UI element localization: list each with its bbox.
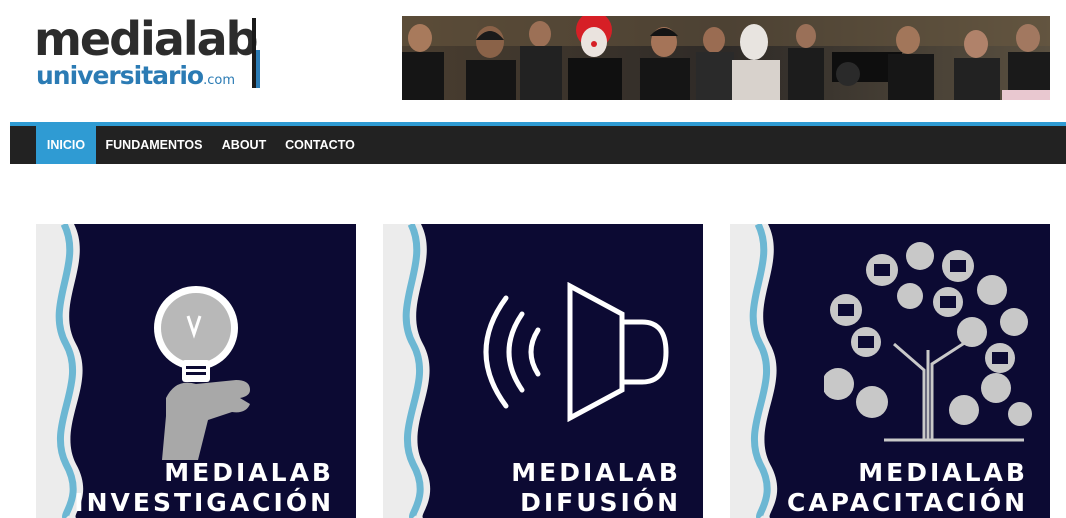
card-investigacion[interactable]: MEDIALAB INVESTIGACIÓN: [36, 224, 356, 518]
speaker-icon: [483, 282, 669, 422]
nav-item-about[interactable]: ABOUT: [216, 126, 272, 164]
lightbulb-hand-icon: [154, 286, 250, 460]
card-difusion[interactable]: MEDIALAB DIFUSIÓN: [383, 224, 703, 518]
card-title-line1: MEDIALAB: [511, 458, 681, 487]
media-tree-icon: [824, 242, 1032, 442]
site-header: medialab universitario.com: [0, 0, 1066, 122]
main-navigation: INICIO FUNDAMENTOS ABOUT CONTACTO: [10, 126, 1066, 164]
card-title-line2: CAPACITACIÓN: [786, 488, 1028, 517]
nav-item-inicio[interactable]: INICIO: [36, 126, 96, 164]
logo-text-suffix: .com: [203, 73, 235, 88]
card-capacitacion[interactable]: MEDIALAB CAPACITACIÓN: [730, 224, 1050, 518]
logo-text-top: medialab: [34, 12, 259, 66]
card-title-line1: MEDIALAB: [858, 458, 1028, 487]
logo-text-main: universitario: [36, 61, 204, 90]
logo-bar-blue: [256, 50, 260, 88]
card-title-line2: INVESTIGACIÓN: [74, 488, 334, 517]
site-logo[interactable]: medialab universitario.com: [34, 14, 266, 92]
logo-text-bottom: universitario.com: [36, 62, 235, 95]
card-title-line1: MEDIALAB: [164, 458, 334, 487]
banner-photo-illustration: [402, 16, 1050, 100]
nav-item-fundamentos[interactable]: FUNDAMENTOS: [102, 126, 206, 164]
nav-item-contacto[interactable]: CONTACTO: [280, 126, 360, 164]
header-banner-photo: [402, 16, 1050, 100]
card-title-line2: DIFUSIÓN: [520, 488, 681, 517]
